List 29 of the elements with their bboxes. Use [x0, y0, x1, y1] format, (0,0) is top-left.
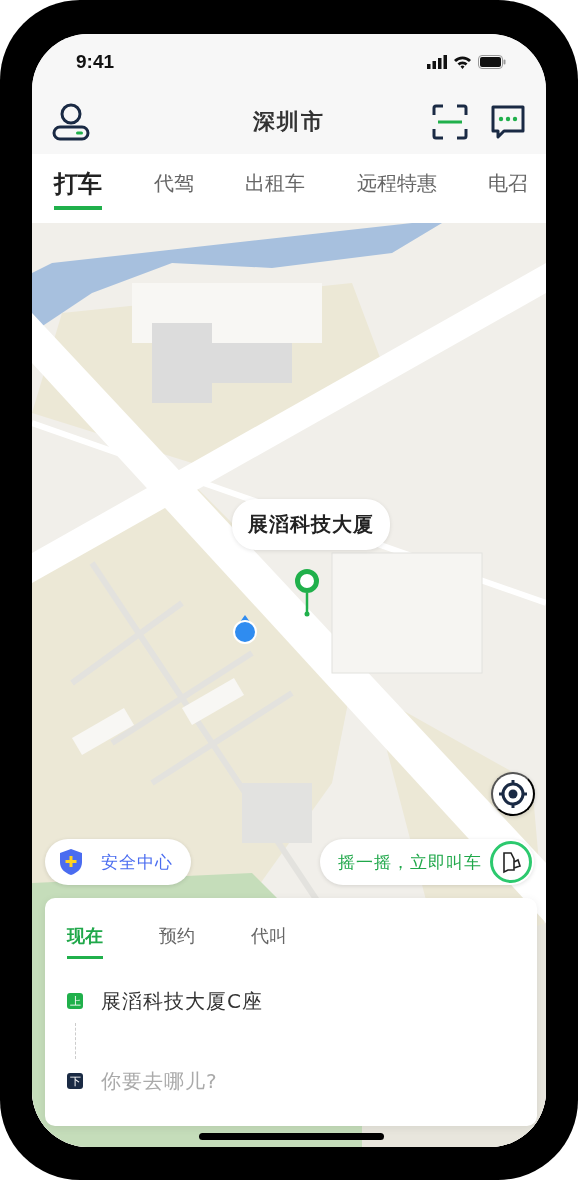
shake-to-call-button[interactable]: 摇一摇，立即叫车: [320, 839, 534, 885]
current-location-icon: [232, 615, 258, 645]
scan-icon[interactable]: [432, 104, 468, 140]
service-tab[interactable]: 出租车: [245, 154, 305, 207]
time-tab[interactable]: 预约: [159, 924, 195, 959]
profile-icon[interactable]: [52, 103, 90, 141]
pickup-field[interactable]: 展滔科技大厦C座: [101, 989, 461, 1013]
time-tab[interactable]: 现在: [67, 924, 103, 959]
status-time: 9:41: [76, 51, 115, 73]
time-tab[interactable]: 代叫: [251, 924, 287, 959]
service-tab[interactable]: 打车: [54, 154, 102, 210]
building-drawing: [182, 678, 244, 725]
service-tab[interactable]: 远程特惠: [356, 154, 437, 207]
shield-icon: [59, 848, 83, 876]
battery-icon: [478, 55, 506, 69]
destination-pin-icon: [294, 569, 320, 617]
wifi-icon: [453, 55, 472, 69]
safety-center-button[interactable]: 安全中心: [45, 839, 191, 885]
city-title: 深圳市: [253, 108, 325, 136]
message-icon[interactable]: [490, 104, 526, 140]
signal-icon: [427, 55, 447, 69]
locate-icon: [499, 780, 527, 808]
service-tab[interactable]: 代驾: [153, 154, 194, 207]
building-drawing: [72, 708, 134, 755]
place-callout: 展滔科技大厦: [232, 499, 390, 550]
destination-badge: 下: [67, 1073, 83, 1089]
pickup-badge: 上: [67, 993, 83, 1009]
destination-field[interactable]: 你要去哪儿?: [101, 1069, 461, 1093]
service-tab[interactable]: 电召: [488, 154, 528, 207]
